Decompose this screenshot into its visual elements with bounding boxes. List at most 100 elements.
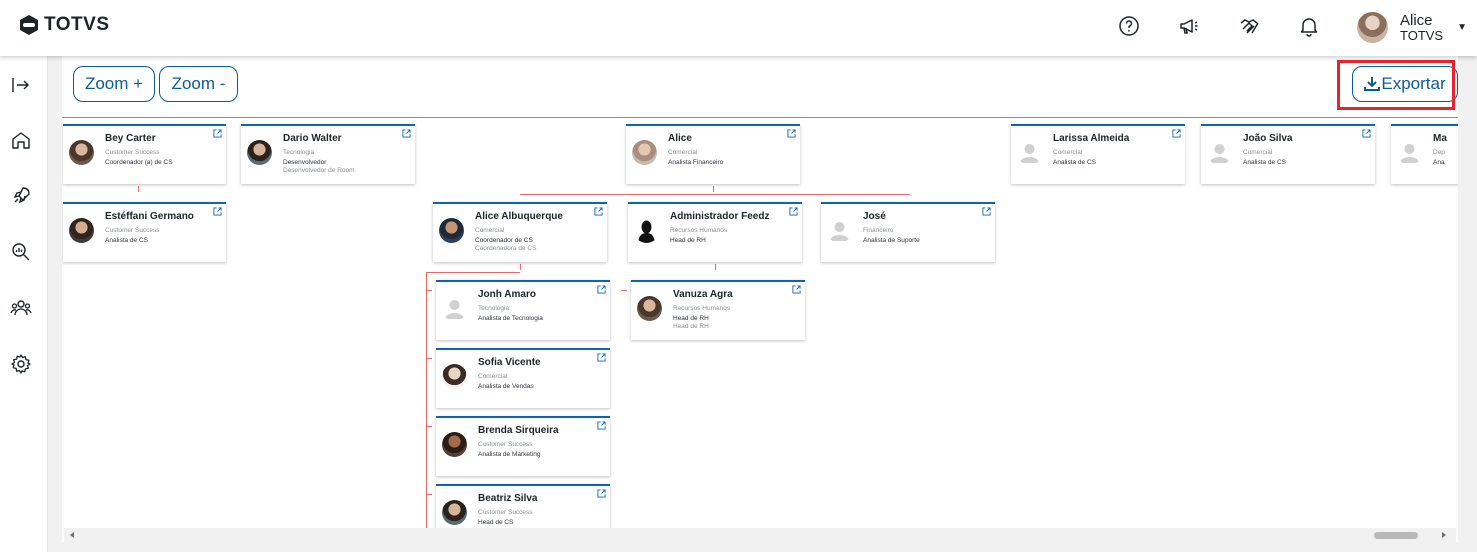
horizontal-scrollbar[interactable] bbox=[64, 528, 1456, 542]
employee-name: José bbox=[863, 211, 886, 222]
employee-department: Customer Success bbox=[105, 227, 160, 234]
people-icon[interactable] bbox=[10, 297, 32, 319]
employee-name: Brenda Sirqueira bbox=[478, 425, 559, 436]
connector-line bbox=[520, 194, 910, 195]
org-card[interactable]: Ma Dep Ana bbox=[1391, 124, 1458, 184]
org-card[interactable]: Alice Albuquerque Comercial Coordenador … bbox=[433, 202, 607, 262]
org-card[interactable]: Estéffani Germano Customer Success Anali… bbox=[63, 202, 226, 262]
org-card[interactable]: Brenda Sirqueira Customer Success Analis… bbox=[436, 416, 610, 476]
logo[interactable]: TOTVS bbox=[18, 14, 110, 36]
gear-icon[interactable] bbox=[10, 353, 32, 375]
rocket-icon[interactable] bbox=[10, 185, 32, 207]
external-link-icon[interactable] bbox=[789, 207, 798, 216]
org-card[interactable]: Alice Comercial Analista Financeiro bbox=[626, 124, 800, 184]
employee-name: Alice Albuquerque bbox=[475, 211, 563, 222]
avatar bbox=[637, 296, 662, 321]
scroll-left-icon[interactable] bbox=[68, 531, 76, 539]
avatar bbox=[632, 140, 657, 165]
org-card[interactable]: Jonh Amaro Tecnologia Analista de Tecnol… bbox=[436, 280, 610, 340]
connector-line bbox=[426, 494, 432, 495]
zoom-in-button[interactable]: Zoom + bbox=[73, 66, 155, 102]
avatar bbox=[442, 500, 467, 525]
external-link-icon[interactable] bbox=[402, 129, 411, 138]
expand-icon[interactable] bbox=[10, 74, 32, 96]
org-card[interactable]: José Financeiro Analista de Suporte bbox=[821, 202, 995, 262]
employee-department: Customer Success bbox=[478, 509, 533, 516]
external-link-icon[interactable] bbox=[787, 129, 796, 138]
search-analytics-icon[interactable] bbox=[10, 241, 32, 263]
avatar-placeholder-icon bbox=[1397, 140, 1422, 165]
employee-department: Tecnologia bbox=[478, 305, 510, 312]
employee-department: Recursos Humanos bbox=[673, 305, 731, 312]
connector-line bbox=[426, 426, 432, 427]
employee-role-secondary: Desenvolvedor de Room bbox=[283, 167, 355, 174]
totvs-logo-icon bbox=[20, 15, 38, 35]
scroll-right-icon[interactable] bbox=[1440, 531, 1448, 539]
employee-department: Comercial bbox=[478, 373, 508, 380]
external-link-icon[interactable] bbox=[1362, 129, 1371, 138]
org-card[interactable]: Bey Carter Customer Success Coordenador … bbox=[63, 124, 226, 184]
avatar-silhouette-icon bbox=[634, 218, 659, 243]
external-link-icon[interactable] bbox=[792, 285, 801, 294]
download-icon bbox=[1364, 77, 1381, 91]
home-icon[interactable] bbox=[10, 129, 32, 151]
external-link-icon[interactable] bbox=[1172, 129, 1181, 138]
avatar bbox=[442, 364, 467, 389]
employee-department: Comercial bbox=[1243, 149, 1273, 156]
chevron-down-icon[interactable]: ▼ bbox=[1457, 22, 1467, 33]
employee-name: Sofia Vicente bbox=[478, 357, 541, 368]
org-chart-canvas: Zoom + Zoom - Exportar Bey Carter Custom… bbox=[48, 56, 1477, 552]
employee-name: Administrador Feedz bbox=[670, 211, 770, 222]
avatar bbox=[1357, 12, 1388, 43]
external-link-icon[interactable] bbox=[213, 207, 222, 216]
employee-name: Bey Carter bbox=[105, 133, 156, 144]
org-card[interactable]: Sofia Vicente Comercial Analista de Vend… bbox=[436, 348, 610, 408]
avatar bbox=[442, 432, 467, 457]
employee-role: Analista de Suporte bbox=[863, 237, 920, 244]
connector-line bbox=[426, 290, 432, 291]
employee-name: Beatriz Silva bbox=[478, 493, 538, 504]
logo-text: TOTVS bbox=[44, 14, 110, 35]
connector-line bbox=[713, 186, 714, 192]
avatar bbox=[69, 140, 94, 165]
employee-role: Desenvolvedor bbox=[283, 159, 327, 166]
org-card[interactable]: Vanuza Agra Recursos Humanos Head de RH … bbox=[631, 280, 805, 340]
avatar-placeholder-icon bbox=[827, 218, 852, 243]
avatar-placeholder-icon bbox=[1207, 140, 1232, 165]
top-bar: TOTVS Alice TOTVS ▼ bbox=[0, 0, 1477, 56]
org-card[interactable]: Larissa Almeida Comercial Analista de CS bbox=[1011, 124, 1185, 184]
export-label: Exportar bbox=[1381, 74, 1446, 93]
export-button[interactable]: Exportar bbox=[1352, 66, 1458, 102]
external-link-icon[interactable] bbox=[594, 207, 603, 216]
employee-department: Tecnologia bbox=[283, 149, 315, 156]
user-info: Alice TOTVS bbox=[1400, 13, 1443, 43]
org-card[interactable]: Administrador Feedz Recursos Humanos Hea… bbox=[628, 202, 802, 262]
avatar bbox=[247, 140, 272, 165]
horizontal-scroll-thumb[interactable] bbox=[1374, 532, 1418, 539]
external-link-icon[interactable] bbox=[213, 129, 222, 138]
employee-role: Head de RH bbox=[670, 237, 706, 244]
external-link-icon[interactable] bbox=[597, 489, 606, 498]
avatar bbox=[439, 218, 464, 243]
org-chart-stage[interactable]: Zoom + Zoom - Exportar Bey Carter Custom… bbox=[62, 56, 1458, 542]
employee-name: Dario Walter bbox=[283, 133, 342, 144]
org-card[interactable]: João Silva Comercial Analista de CS bbox=[1201, 124, 1375, 184]
employee-role: Analista Financeiro bbox=[668, 159, 724, 166]
employee-name: João Silva bbox=[1243, 133, 1293, 144]
employee-name: Larissa Almeida bbox=[1053, 133, 1130, 144]
avatar-placeholder-icon bbox=[442, 296, 467, 321]
bell-icon[interactable] bbox=[1297, 14, 1321, 38]
handshake-icon[interactable] bbox=[1238, 14, 1262, 38]
employee-department: Comercial bbox=[1053, 149, 1083, 156]
external-link-icon[interactable] bbox=[597, 421, 606, 430]
zoom-out-button[interactable]: Zoom - bbox=[159, 66, 238, 102]
help-icon[interactable] bbox=[1117, 14, 1141, 38]
employee-name: Estéffani Germano bbox=[105, 211, 194, 222]
org-card[interactable]: Dario Walter Tecnologia Desenvolvedor De… bbox=[241, 124, 415, 184]
external-link-icon[interactable] bbox=[597, 353, 606, 362]
megaphone-icon[interactable] bbox=[1177, 14, 1201, 38]
external-link-icon[interactable] bbox=[597, 285, 606, 294]
user-menu[interactable]: Alice TOTVS ▼ bbox=[1357, 12, 1467, 43]
sidebar bbox=[0, 56, 48, 552]
external-link-icon[interactable] bbox=[982, 207, 991, 216]
